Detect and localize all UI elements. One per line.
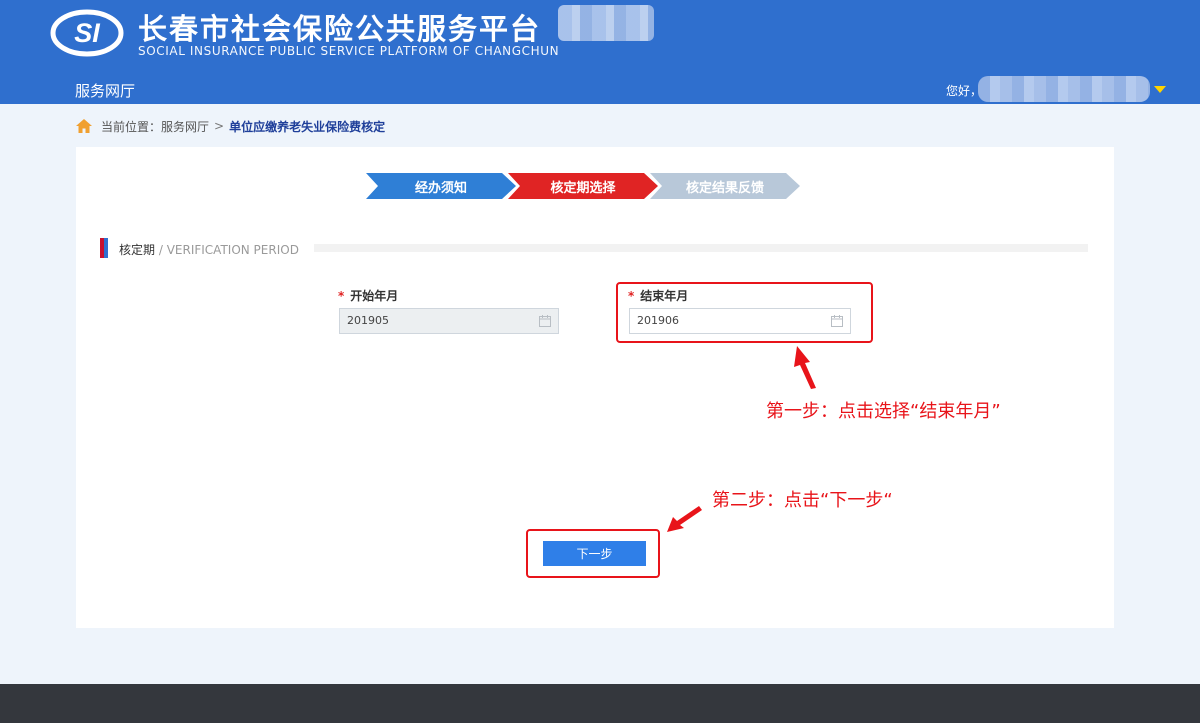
section-title: 核定期 / VERIFICATION PERIOD [119,241,299,258]
required-mark: * [338,289,345,303]
chevron-down-icon[interactable] [1154,86,1166,93]
section-header: 核定期 / VERIFICATION PERIOD [100,236,1088,260]
redacted-region [558,5,654,41]
section-title-cn: 核定期 [119,243,156,257]
step-progress: 经办须知 核定期选择 核定结果反馈 [366,173,806,199]
start-month-label: * 开始年月 [338,287,398,304]
redacted-username[interactable] [978,76,1150,102]
highlight-next-button [526,529,660,578]
breadcrumb: 当前位置： 服务网厅 > 单位应缴养老失业保险费核定 [75,116,385,136]
annotation-step2: 第二步：点击“下一步“ [712,490,893,511]
start-month-input: 201905 [339,308,559,334]
step-result-feedback: 核定结果反馈 [650,173,800,199]
site-subtitle: SOCIAL INSURANCE PUBLIC SERVICE PLATFORM… [138,44,560,58]
highlight-end-month [616,282,873,343]
section-title-en: / VERIFICATION PERIOD [155,243,299,257]
home-icon [76,119,92,133]
breadcrumb-root[interactable]: 服务网厅 [161,118,209,135]
step-instructions: 经办须知 [366,173,516,199]
start-month-label-text: 开始年月 [350,289,399,303]
step-period-selection: 核定期选择 [508,173,658,199]
annotation-step1: 第一步：点击选择“结束年月” [766,401,1001,422]
annotation-arrow-left [667,506,702,532]
section-divider [314,244,1088,252]
site-footer [0,684,1200,723]
si-logo: SI [50,9,124,57]
site-header: SI 长春市社会保险公共服务平台 SOCIAL INSURANCE PUBLIC… [0,0,1200,104]
calendar-icon [539,315,551,327]
nav-service-hall[interactable]: 服务网厅 [75,80,135,101]
annotation-arrow-up [794,346,816,389]
user-greeting: 您好， [946,84,983,98]
breadcrumb-prefix: 当前位置： [101,119,162,134]
start-month-value: 201905 [347,314,389,327]
breadcrumb-separator: > [214,119,225,133]
section-accent-bar-blue [104,238,108,258]
site-title: 长春市社会保险公共服务平台 [138,12,542,46]
breadcrumb-current: 单位应缴养老失业保险费核定 [229,119,386,134]
svg-text:SI: SI [74,18,100,48]
